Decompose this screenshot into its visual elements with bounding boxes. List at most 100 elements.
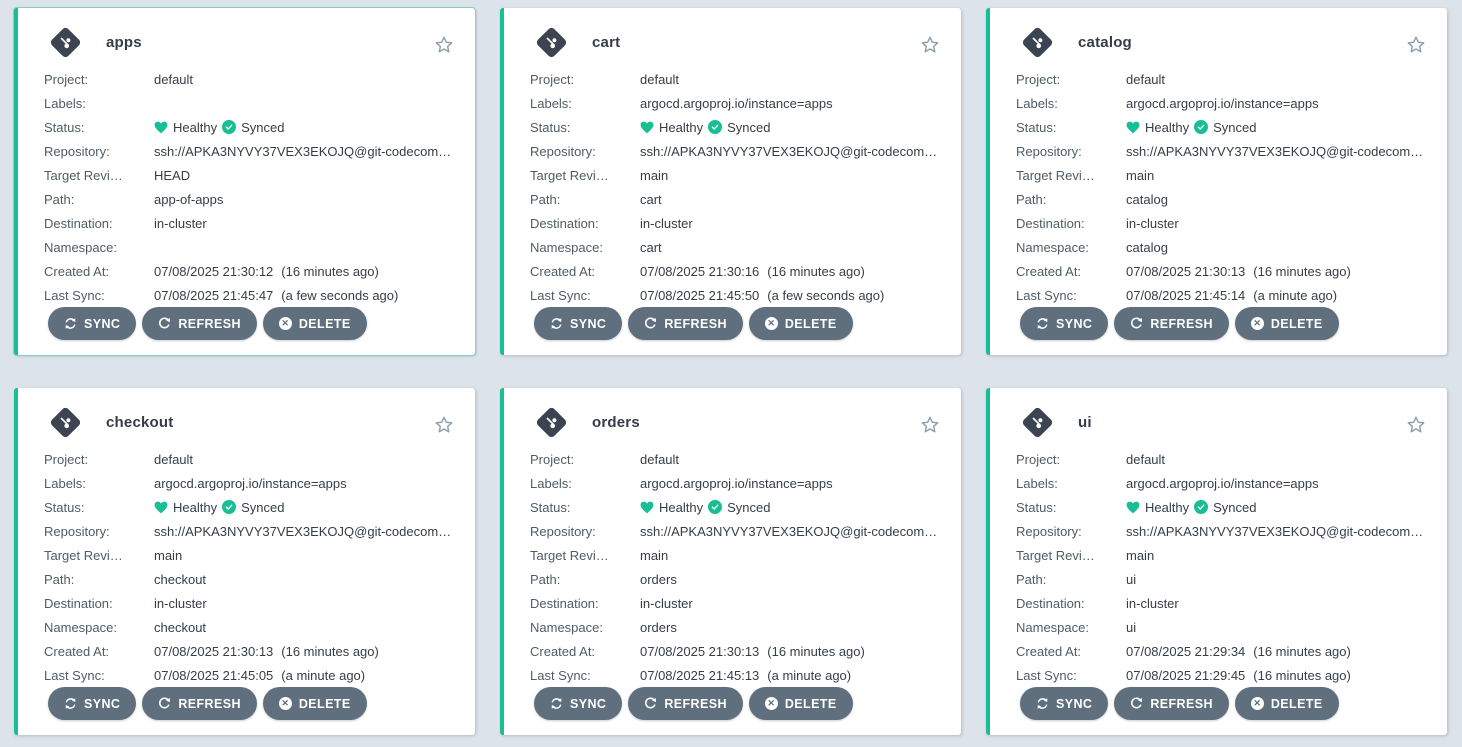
last-sync-timestamp: 07/08/2025 21:45:47 [154, 288, 273, 303]
field-row-namespace: Namespace: orders [530, 615, 941, 639]
application-card-catalog[interactable]: catalog Project: default Labels: argocd.… [986, 8, 1447, 355]
star-outline-icon [919, 34, 941, 56]
sync-arrows-icon [550, 697, 563, 710]
application-card-ui[interactable]: ui Project: default Labels: argocd.argop… [986, 388, 1447, 735]
field-label-repository: Repository: [1016, 524, 1126, 539]
field-label-project: Project: [530, 452, 640, 467]
field-row-created-at: Created At: 07/08/2025 21:29:34 (16 minu… [1016, 639, 1427, 663]
delete-button[interactable]: ✕ DELETE [1235, 307, 1339, 340]
field-row-target-revision: Target Revi… main [1016, 163, 1427, 187]
favorite-star-button[interactable] [1405, 414, 1427, 436]
star-outline-icon [433, 414, 455, 436]
field-row-status: Status: Healthy Synced [1016, 115, 1427, 139]
sync-button[interactable]: SYNC [534, 687, 622, 720]
field-label-path: Path: [1016, 572, 1126, 587]
redo-arrow-icon [1130, 317, 1143, 330]
delete-button[interactable]: ✕ DELETE [749, 307, 853, 340]
health-status-text: Healthy [659, 120, 703, 135]
delete-button[interactable]: ✕ DELETE [1235, 687, 1339, 720]
times-circle-icon: ✕ [765, 697, 778, 710]
field-rows: Project: default Labels: argocd.argoproj… [44, 447, 455, 687]
field-value-status: Healthy Synced [1126, 120, 1256, 135]
field-row-project: Project: default [530, 447, 941, 471]
application-card-checkout[interactable]: checkout Project: default Labels: argocd… [14, 388, 475, 735]
field-label-path: Path: [44, 572, 154, 587]
check-circle-icon [222, 120, 236, 134]
refresh-button-label: REFRESH [1150, 697, 1213, 711]
field-row-path: Path: ui [1016, 567, 1427, 591]
card-actions: SYNC REFRESH ✕ DELETE [534, 687, 853, 720]
field-value-project: default [640, 72, 679, 87]
favorite-star-button[interactable] [433, 414, 455, 436]
sync-button[interactable]: SYNC [534, 307, 622, 340]
field-row-project: Project: default [1016, 67, 1427, 91]
sync-arrows-icon [64, 697, 77, 710]
last-sync-relative: (a minute ago) [1253, 288, 1337, 303]
sync-button[interactable]: SYNC [48, 687, 136, 720]
sync-status-text: Synced [727, 120, 770, 135]
field-label-last-sync: Last Sync: [530, 288, 640, 303]
field-label-project: Project: [530, 72, 640, 87]
field-value-labels: argocd.argoproj.io/instance=apps [640, 476, 833, 491]
refresh-button[interactable]: REFRESH [628, 307, 743, 340]
git-branch-diamond-icon [535, 26, 568, 59]
application-card-orders[interactable]: orders Project: default Labels: argocd.a… [500, 388, 961, 735]
delete-button[interactable]: ✕ DELETE [749, 687, 853, 720]
last-sync-relative: (a minute ago) [767, 668, 851, 683]
field-row-last-sync: Last Sync: 07/08/2025 21:45:47 (a few se… [44, 283, 455, 307]
field-value-path: cart [640, 192, 662, 207]
star-outline-icon [1405, 414, 1427, 436]
sync-button-label: SYNC [84, 697, 120, 711]
field-value-labels: argocd.argoproj.io/instance=apps [1126, 476, 1319, 491]
application-icon [534, 25, 568, 59]
card-actions: SYNC REFRESH ✕ DELETE [48, 307, 367, 340]
sync-button[interactable]: SYNC [1020, 307, 1108, 340]
refresh-button[interactable]: REFRESH [142, 687, 257, 720]
field-label-last-sync: Last Sync: [44, 288, 154, 303]
field-value-labels: argocd.argoproj.io/instance=apps [1126, 96, 1319, 111]
field-value-destination: in-cluster [154, 216, 207, 231]
application-card-apps[interactable]: apps Project: default Labels: Status: [14, 8, 475, 355]
delete-button-label: DELETE [785, 317, 837, 331]
field-value-status: Healthy Synced [640, 500, 770, 515]
delete-button[interactable]: ✕ DELETE [263, 687, 367, 720]
favorite-star-button[interactable] [433, 34, 455, 56]
field-row-target-revision: Target Revi… main [1016, 543, 1427, 567]
application-card-cart[interactable]: cart Project: default Labels: argocd.arg… [500, 8, 961, 355]
created-at-timestamp: 07/08/2025 21:29:34 [1126, 644, 1245, 659]
field-row-namespace: Namespace: ui [1016, 615, 1427, 639]
refresh-button[interactable]: REFRESH [628, 687, 743, 720]
field-row-labels: Labels: argocd.argoproj.io/instance=apps [1016, 471, 1427, 495]
heart-icon [1126, 121, 1140, 134]
field-row-target-revision: Target Revi… main [44, 543, 455, 567]
field-label-status: Status: [44, 500, 154, 515]
field-label-labels: Labels: [44, 96, 154, 111]
field-value-namespace: ui [1126, 620, 1136, 635]
field-value-path: ui [1126, 572, 1136, 587]
favorite-star-button[interactable] [919, 34, 941, 56]
field-rows: Project: default Labels: Status: Healthy [44, 67, 455, 307]
refresh-button[interactable]: REFRESH [1114, 307, 1229, 340]
heart-icon [640, 121, 654, 134]
times-circle-icon: ✕ [1251, 697, 1264, 710]
field-label-repository: Repository: [44, 144, 154, 159]
sync-status-text: Synced [241, 120, 284, 135]
created-at-relative: (16 minutes ago) [1253, 644, 1351, 659]
sync-button[interactable]: SYNC [1020, 687, 1108, 720]
field-label-labels: Labels: [530, 96, 640, 111]
field-label-last-sync: Last Sync: [530, 668, 640, 683]
created-at-relative: (16 minutes ago) [281, 644, 379, 659]
field-row-path: Path: checkout [44, 567, 455, 591]
sync-button[interactable]: SYNC [48, 307, 136, 340]
refresh-button[interactable]: REFRESH [142, 307, 257, 340]
favorite-star-button[interactable] [919, 414, 941, 436]
field-row-repository: Repository: ssh://APKA3NYVY37VEX3EKOJQ@g… [44, 519, 455, 543]
field-label-path: Path: [530, 192, 640, 207]
favorite-star-button[interactable] [1405, 34, 1427, 56]
application-icon [48, 405, 82, 439]
delete-button[interactable]: ✕ DELETE [263, 307, 367, 340]
field-row-path: Path: app-of-apps [44, 187, 455, 211]
refresh-button[interactable]: REFRESH [1114, 687, 1229, 720]
field-label-status: Status: [530, 500, 640, 515]
application-icon [48, 25, 82, 59]
